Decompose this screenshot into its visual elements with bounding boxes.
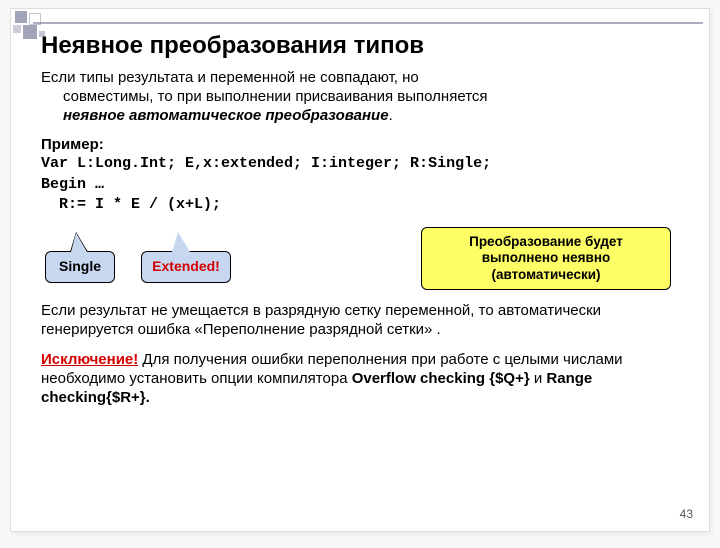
page-title: Неявное преобразования типов xyxy=(41,31,683,62)
intro-tail: . xyxy=(389,107,393,124)
callout-note: Преобразование будет выполнено неявно (а… xyxy=(421,227,671,290)
example-block: Пример: Var L:Long.Int; E,x:extended; I:… xyxy=(41,135,683,215)
paragraph-exception: Исключение! Для получения ошибки перепол… xyxy=(41,350,683,408)
intro-paragraph: Если типы результата и переменной не сов… xyxy=(41,68,683,126)
paragraph-overflow: Если результат не умещается в разрядную … xyxy=(41,301,683,339)
callout-single: Single xyxy=(45,251,115,283)
intro-emphasis: неявное автоматическое преобразование xyxy=(63,107,389,124)
example-label: Пример: xyxy=(41,135,683,154)
slide: Неявное преобразования типов Если типы р… xyxy=(10,8,710,532)
slide-content: Неявное преобразования типов Если типы р… xyxy=(11,9,709,423)
callout-extended: Extended! xyxy=(141,251,231,283)
page-number: 43 xyxy=(680,507,693,521)
callout-note-text: Преобразование будет выполнено неявно (а… xyxy=(469,234,623,281)
intro-line1: Если типы результата и переменной не сов… xyxy=(41,69,419,86)
code-line-2: Begin … xyxy=(41,175,683,195)
top-rule xyxy=(33,22,703,24)
callouts-row: Single Extended! Преобразование будет вы… xyxy=(41,221,683,301)
option-overflow: Overflow checking {$Q+} xyxy=(352,370,530,387)
corner-decoration xyxy=(13,11,73,39)
code-line-1: Var L:Long.Int; E,x:extended; I:integer;… xyxy=(41,154,683,174)
exception-and: и xyxy=(530,370,547,387)
exception-label: Исключение! xyxy=(41,351,138,368)
intro-line2: совместимы, то при выполнении присваиван… xyxy=(63,88,488,105)
callout-extended-text: Extended! xyxy=(152,258,220,274)
callout-single-text: Single xyxy=(59,258,101,274)
code-line-3: R:= I * E / (x+L); xyxy=(41,195,683,215)
callout-tail-icon xyxy=(70,232,88,252)
callout-tail-icon xyxy=(172,232,190,252)
